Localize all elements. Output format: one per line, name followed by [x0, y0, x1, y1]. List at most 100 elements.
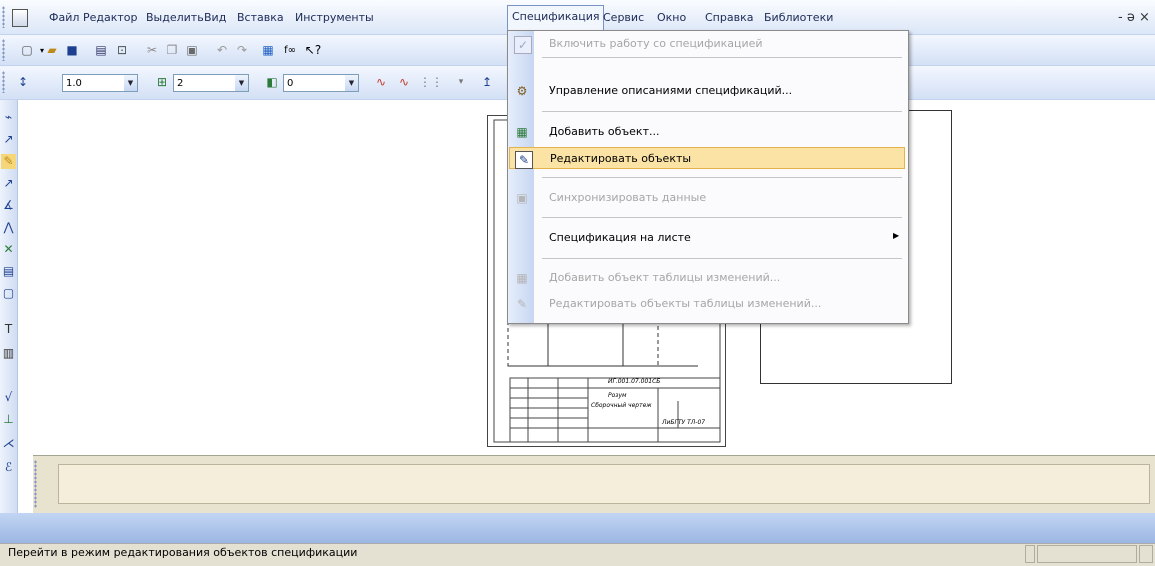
stamp-title-1: Розум — [608, 392, 627, 399]
status-text: Перейти в режим редактирования объектов … — [8, 546, 358, 559]
menu-item-label: Включить работу со спецификацией — [549, 37, 763, 50]
check-icon: ✓ — [514, 36, 532, 54]
menu-item-enable-spec[interactable]: ✓ Включить работу со спецификацией — [509, 33, 905, 55]
menu-libraries[interactable]: Библиотеки — [764, 10, 833, 26]
dimensions-icon[interactable]: ↗ — [1, 132, 16, 147]
param-icon[interactable]: ∡ — [1, 198, 16, 213]
step-combo[interactable]: 2 ▼ — [173, 74, 249, 92]
menu-insert[interactable]: Вставка — [237, 10, 284, 26]
table-icon[interactable]: ▥ — [1, 346, 16, 361]
menu-specification[interactable]: Спецификация — [507, 5, 605, 30]
add-change-icon: ▦ — [516, 271, 528, 285]
menu-item-edit-change-objects[interactable]: ✎ Редактировать объекты таблицы изменени… — [509, 293, 905, 315]
menu-window[interactable]: Окно — [657, 10, 686, 26]
line-width-combo[interactable]: 1.0 ▼ — [62, 74, 138, 92]
open-folder-icon[interactable]: ▰ — [43, 41, 61, 59]
menu-item-sync[interactable]: ▣ Синхронизировать данные — [509, 187, 905, 209]
menu-separator — [542, 57, 902, 58]
angle-combo[interactable]: 0 ▼ — [283, 74, 359, 92]
cut-icon[interactable]: ✂ — [143, 41, 161, 59]
menu-separator — [542, 258, 902, 259]
toolbar2-grip[interactable] — [2, 71, 5, 93]
stamp-org: ЛиБГТУ ТЛ-07 — [662, 419, 706, 426]
line-width-icon: ↕ — [17, 75, 29, 89]
leader-icon[interactable]: ⋌ — [1, 436, 16, 451]
redo-icon[interactable]: ↷ — [233, 41, 251, 59]
menu-separator — [542, 177, 902, 178]
menu-separator — [542, 111, 902, 112]
add-object-icon: ▦ — [516, 125, 528, 139]
menu-view[interactable]: Вид — [204, 10, 226, 26]
roughness-icon[interactable]: √ — [1, 390, 16, 405]
spec-tool-icon[interactable]: ✎ — [1, 154, 16, 169]
menu-select[interactable]: Выделить — [146, 10, 204, 26]
toolbar-grip[interactable] — [2, 39, 5, 61]
menu-separator — [542, 217, 902, 218]
command-field[interactable] — [58, 464, 1150, 504]
edit-change-icon: ✎ — [516, 297, 528, 311]
menu-service[interactable]: Сервис — [603, 10, 644, 26]
line-width-value: 1.0 — [66, 78, 82, 89]
chevron-down-icon[interactable]: ▼ — [345, 75, 358, 91]
angle-icon: ◧ — [266, 75, 278, 89]
print-icon[interactable]: ▤ — [92, 41, 110, 59]
menu-help[interactable]: Справка — [705, 10, 753, 26]
text-icon[interactable]: T — [1, 322, 16, 337]
snap-icon[interactable]: ∿ — [372, 73, 390, 91]
help-pointer-icon[interactable]: ↖? — [304, 41, 322, 59]
local-snap-icon[interactable]: ∿ — [395, 73, 413, 91]
document-icon[interactable] — [12, 9, 28, 27]
edit-objects-icon: ✎ — [515, 151, 533, 169]
menu-item-manage-spec[interactable]: ⚙ Управление описаниями спецификаций... — [509, 80, 905, 102]
chevron-down-icon[interactable]: ▼ — [235, 75, 248, 91]
spec-manage-icon: ⚙ — [516, 84, 528, 98]
undo-icon[interactable]: ↶ — [213, 41, 231, 59]
coordinate-icon[interactable]: ↥ — [478, 73, 496, 91]
datum-icon[interactable]: ⊥ — [1, 412, 16, 427]
menu-item-label: Синхронизировать данные — [549, 191, 707, 204]
copy-icon[interactable]: ❐ — [163, 41, 181, 59]
menu-item-add-object[interactable]: ▦ Добавить объект... — [509, 121, 905, 143]
status-pane — [1037, 545, 1137, 563]
menu-item-label: Добавить объект... — [549, 125, 660, 138]
position-icon[interactable]: ℰ — [1, 460, 16, 475]
menu-file[interactable]: Файл — [49, 10, 79, 26]
geometry-icon[interactable]: ⌁ — [1, 110, 16, 125]
edit-tool-icon[interactable]: ↗ — [1, 176, 16, 191]
specification-menu: ✓ Включить работу со спецификацией ⚙ Упр… — [507, 30, 909, 324]
menu-item-add-change-object[interactable]: ▦ Добавить объект таблицы изменений... — [509, 267, 905, 289]
select-icon[interactable]: ✕ — [1, 242, 16, 257]
menu-item-label: Редактировать объекты таблицы изменений.… — [549, 297, 822, 310]
save-icon[interactable]: ■ — [63, 41, 81, 59]
function-icon[interactable]: f∞ — [281, 41, 299, 59]
chevron-down-icon[interactable]: ▼ — [124, 75, 137, 91]
menu-editor[interactable]: Редактор — [83, 10, 138, 26]
status-pane — [1025, 545, 1035, 563]
panel-grip[interactable] — [34, 460, 37, 508]
stamp-code: ИГ.001.07.001СБ — [608, 378, 661, 385]
status-pane — [1139, 545, 1153, 563]
dropdown-arrow-icon[interactable]: ▾ — [452, 73, 470, 91]
stamp-title-2: Сборочный чертеж — [591, 402, 652, 409]
paste-icon[interactable]: ▣ — [183, 41, 201, 59]
report-icon[interactable]: ▢ — [1, 286, 16, 301]
assoc-view-icon[interactable]: ▤ — [1, 264, 16, 279]
menu-item-label: Спецификация на листе — [549, 231, 691, 244]
angle-value: 0 — [287, 78, 294, 89]
manager-icon[interactable]: ▦ — [259, 41, 277, 59]
grid-icon[interactable]: ⋮⋮ — [419, 73, 443, 91]
menu-item-edit-objects[interactable]: ✎ Редактировать объекты — [509, 147, 905, 169]
compact-toolbar: ⌁ ↗ ✎ ↗ ∡ ⋀ ✕ ▤ ▢ T ▥ √ ⊥ ⋌ ℰ — [0, 100, 18, 530]
menu-item-spec-on-sheet[interactable]: Спецификация на листе ▶ — [509, 227, 905, 249]
menu-item-label: Добавить объект таблицы изменений... — [549, 271, 781, 284]
menubar-grip[interactable] — [2, 6, 5, 28]
panel-footer — [0, 513, 1155, 543]
window-controls[interactable]: - ə × — [1118, 10, 1150, 25]
step-icon: ⊞ — [156, 75, 168, 89]
sync-icon: ▣ — [516, 191, 528, 205]
menu-tools[interactable]: Инструменты — [295, 10, 374, 26]
measure-icon[interactable]: ⋀ — [1, 220, 16, 235]
preview-icon[interactable]: ⊡ — [113, 41, 131, 59]
menu-item-label: Управление описаниями спецификаций... — [549, 84, 793, 97]
submenu-arrow-icon: ▶ — [893, 231, 900, 240]
